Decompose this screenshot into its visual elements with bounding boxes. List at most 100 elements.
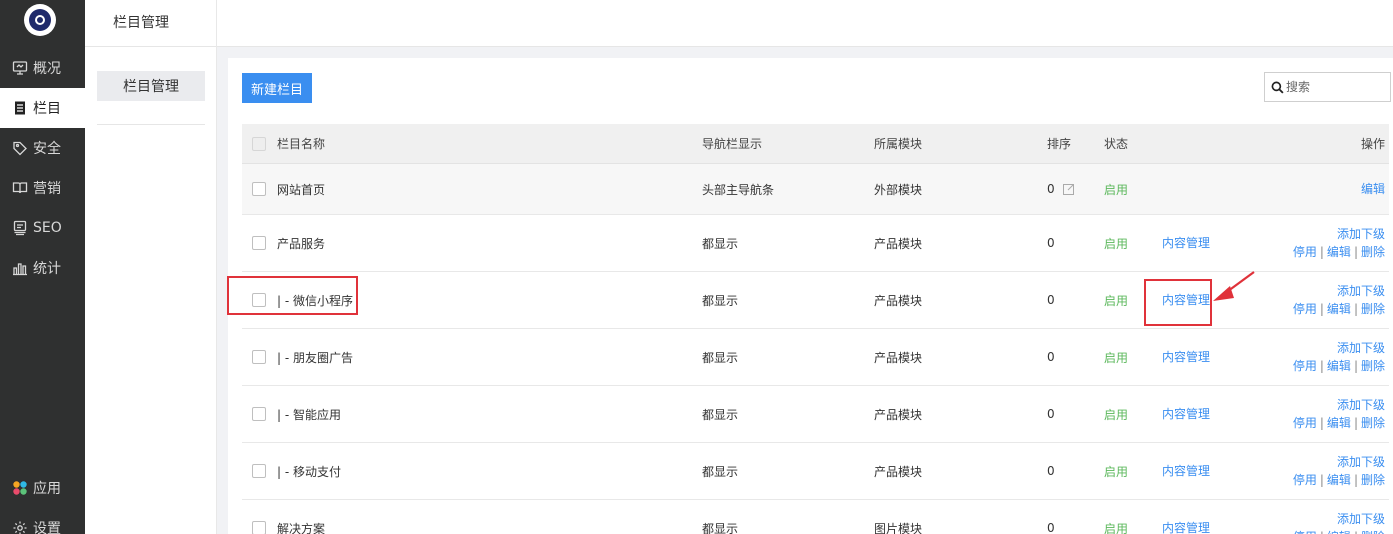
- row-column-name: 网站首页: [277, 182, 326, 197]
- sidebar-item-security[interactable]: 安全: [0, 128, 85, 168]
- table-row: 解决方案都显示图片模块0启用内容管理添加下级停用|编辑|删除: [242, 500, 1389, 534]
- disable-link[interactable]: 停用: [1293, 473, 1317, 487]
- row-status[interactable]: 启用: [1104, 272, 1128, 328]
- main-sidebar: 概况 栏目 安全 营销 SEO 统计 应用 设置: [0, 0, 85, 534]
- ops-secondary: 停用|编辑|删除: [1293, 243, 1385, 261]
- row-nav-display: 都显示: [702, 236, 739, 251]
- row-status[interactable]: 启用: [1104, 215, 1128, 271]
- row-checkbox[interactable]: [252, 407, 266, 421]
- ops-separator: |: [1353, 302, 1358, 316]
- subnav-title: 栏目管理: [113, 15, 169, 31]
- row-ops: 添加下级停用|编辑|删除: [1293, 500, 1385, 534]
- sidebar-item-columns[interactable]: 栏目: [0, 88, 85, 128]
- add-child-link[interactable]: 添加下级: [1337, 510, 1385, 528]
- row-sort-value: 0: [1047, 236, 1055, 250]
- highlight-box-name: [227, 276, 358, 315]
- row-column-name: | - 朋友圈广告: [277, 350, 354, 365]
- row-status[interactable]: 启用: [1104, 443, 1128, 499]
- disable-link[interactable]: 停用: [1293, 302, 1317, 316]
- sidebar-item-seo[interactable]: SEO: [0, 208, 85, 248]
- row-column-name: 产品服务: [277, 236, 326, 251]
- sidebar-item-stats[interactable]: 统计: [0, 248, 85, 288]
- book-icon: [12, 180, 28, 196]
- edit-sort-icon[interactable]: [1062, 183, 1075, 195]
- delete-link[interactable]: 删除: [1361, 245, 1385, 259]
- row-checkbox[interactable]: [252, 464, 266, 478]
- add-child-link[interactable]: 添加下级: [1337, 339, 1385, 357]
- edit-link[interactable]: 编辑: [1327, 416, 1351, 430]
- sidebar-item-label: SEO: [33, 220, 62, 236]
- edit-link[interactable]: 编辑: [1327, 359, 1351, 373]
- new-column-button[interactable]: 新建栏目: [242, 73, 312, 103]
- edit-link[interactable]: 编辑: [1327, 245, 1351, 259]
- table-row: 网站首页 头部主导航条 外部模块 0 启用 编辑: [242, 164, 1389, 215]
- delete-link[interactable]: 删除: [1361, 530, 1385, 534]
- highlight-box-content: [1144, 279, 1212, 326]
- sidebar-item-apps[interactable]: 应用: [0, 468, 85, 508]
- row-sort-cell: 0: [1047, 164, 1075, 214]
- sidebar-item-marketing[interactable]: 营销: [0, 168, 85, 208]
- row-nav-display: 都显示: [702, 464, 739, 479]
- row-checkbox[interactable]: [252, 182, 266, 196]
- add-child-link[interactable]: 添加下级: [1337, 453, 1385, 471]
- edit-link[interactable]: 编辑: [1361, 180, 1385, 198]
- select-all-checkbox[interactable]: [252, 136, 266, 151]
- edit-link[interactable]: 编辑: [1327, 473, 1351, 487]
- ops-separator: |: [1353, 245, 1358, 259]
- row-module: 产品模块: [874, 293, 923, 308]
- delete-link[interactable]: 删除: [1361, 359, 1385, 373]
- edit-link[interactable]: 编辑: [1327, 530, 1351, 534]
- columns-table: 栏目名称 导航栏显示 所属模块 排序 状态 操作 网站首页 头部主导航条 外部模块 0…: [242, 124, 1389, 534]
- tag-icon: [12, 140, 28, 156]
- sidebar-item-label: 安全: [33, 141, 61, 157]
- search-input[interactable]: [1286, 80, 1386, 94]
- subnav-divider: [85, 46, 216, 47]
- row-module: 产品模块: [874, 350, 923, 365]
- app-logo[interactable]: [24, 4, 56, 36]
- content-management-link[interactable]: 内容管理: [1162, 348, 1210, 366]
- content-management-link[interactable]: 内容管理: [1162, 519, 1210, 534]
- row-status[interactable]: 启用: [1104, 386, 1128, 442]
- ops-separator: |: [1353, 473, 1358, 487]
- row-checkbox[interactable]: [252, 236, 266, 250]
- header-module: 所属模块: [874, 137, 923, 151]
- content-management-link[interactable]: 内容管理: [1162, 462, 1210, 480]
- delete-link[interactable]: 删除: [1361, 416, 1385, 430]
- header-status: 状态: [1104, 137, 1129, 151]
- row-checkbox[interactable]: [252, 350, 266, 364]
- delete-link[interactable]: 删除: [1361, 473, 1385, 487]
- disable-link[interactable]: 停用: [1293, 245, 1317, 259]
- delete-link[interactable]: 删除: [1361, 302, 1385, 316]
- row-ops: 编辑: [1361, 164, 1385, 214]
- ops-separator: |: [1319, 359, 1324, 373]
- search-box[interactable]: [1264, 72, 1391, 102]
- disable-link[interactable]: 停用: [1293, 359, 1317, 373]
- row-content-cell: 内容管理: [1162, 215, 1216, 271]
- ops-secondary: 停用|编辑|删除: [1293, 471, 1385, 489]
- add-child-link[interactable]: 添加下级: [1337, 282, 1385, 300]
- sub-sidebar: 栏目管理 栏目管理: [85, 0, 217, 534]
- sidebar-item-label: 栏目: [33, 101, 61, 117]
- header-nav: 导航栏显示: [702, 137, 763, 151]
- add-child-link[interactable]: 添加下级: [1337, 396, 1385, 414]
- row-status[interactable]: 启用: [1104, 164, 1128, 214]
- disable-link[interactable]: 停用: [1293, 530, 1317, 534]
- add-child-link[interactable]: 添加下级: [1337, 225, 1385, 243]
- row-module: 产品模块: [874, 407, 923, 422]
- content-management-link[interactable]: 内容管理: [1162, 405, 1210, 423]
- sidebar-item-settings[interactable]: 设置: [0, 508, 85, 534]
- row-status[interactable]: 启用: [1104, 500, 1128, 534]
- subnav-item-column-management[interactable]: 栏目管理: [97, 71, 205, 101]
- content-management-link[interactable]: 内容管理: [1162, 234, 1210, 252]
- edit-link[interactable]: 编辑: [1327, 302, 1351, 316]
- disable-link[interactable]: 停用: [1293, 416, 1317, 430]
- row-sort-cell: 0: [1047, 215, 1055, 271]
- seo-icon: [12, 220, 28, 236]
- row-status[interactable]: 启用: [1104, 329, 1128, 385]
- row-content-cell: 内容管理: [1162, 443, 1216, 499]
- row-ops: 添加下级停用|编辑|删除: [1293, 272, 1385, 328]
- ops-secondary: 停用|编辑|删除: [1293, 414, 1385, 432]
- search-icon: [1271, 81, 1284, 94]
- sidebar-item-overview[interactable]: 概况: [0, 48, 85, 88]
- row-checkbox[interactable]: [252, 521, 266, 534]
